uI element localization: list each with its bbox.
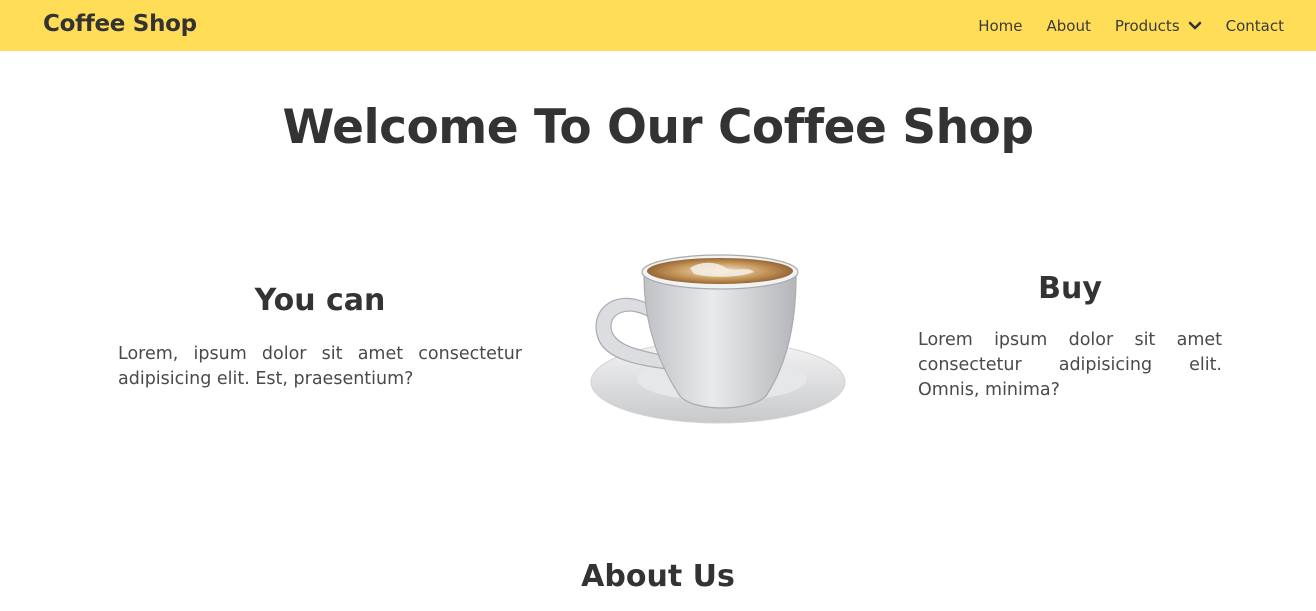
feature-right: Buy Lorem ipsum dolor sit amet consectet… (918, 271, 1222, 403)
hero-title: Welcome To Our Coffee Shop (282, 100, 1034, 155)
nav-link-contact[interactable]: Contact (1226, 17, 1284, 35)
feature-right-text: Lorem ipsum dolor sit amet consectetur a… (918, 330, 1222, 400)
nav-link-about[interactable]: About (1047, 17, 1091, 35)
nav-link-products-label: Products (1114, 16, 1180, 35)
feature-right-title: Buy (1038, 271, 1102, 306)
nav-dropdown-products[interactable]: Products (1115, 17, 1202, 35)
about-title: About Us (581, 559, 735, 594)
coffee-cup-image (590, 254, 846, 424)
chevron-down-icon (1188, 21, 1201, 29)
nav-link-home[interactable]: Home (978, 17, 1022, 35)
feature-left-title: You can (254, 283, 386, 318)
nav-links: Home About Products Contact (954, 0, 1284, 51)
feature-left-text: Lorem, ipsum dolor sit amet consectetur … (118, 344, 522, 389)
feature-left: You can Lorem, ipsum dolor sit amet cons… (118, 283, 522, 392)
navbar: Coffee Shop Home About Products Contact (0, 0, 1316, 51)
brand-logo-link[interactable]: Coffee Shop (43, 11, 197, 37)
